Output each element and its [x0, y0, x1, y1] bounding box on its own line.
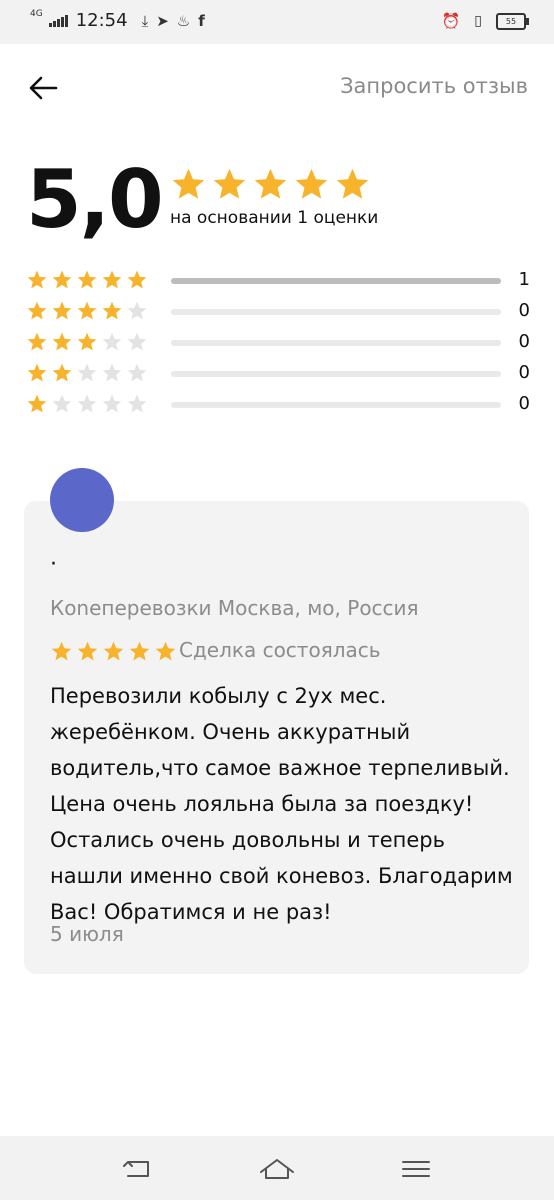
star-empty-icon	[127, 301, 147, 320]
star-filled-icon	[295, 168, 328, 199]
star-filled-icon	[27, 363, 47, 382]
star-empty-icon	[127, 394, 147, 413]
breakdown-count: 0	[518, 393, 530, 414]
breakdown-row-4: 0	[26, 300, 530, 326]
star-empty-icon	[77, 363, 97, 382]
breakdown-stars	[26, 393, 148, 415]
arrow-left-icon	[29, 76, 58, 100]
star-filled-icon	[172, 168, 205, 199]
breakdown-fill	[171, 278, 501, 284]
breakdown-bar	[171, 371, 501, 377]
star-filled-icon	[77, 332, 97, 351]
menu-nav-button[interactable]	[398, 1154, 434, 1184]
star-empty-icon	[127, 332, 147, 351]
network-type: 4G	[30, 9, 43, 19]
star-filled-icon	[155, 641, 176, 661]
avatar[interactable]	[50, 468, 114, 532]
star-filled-icon	[103, 641, 124, 661]
breakdown-row-1: 0	[26, 393, 530, 419]
star-empty-icon	[77, 394, 97, 413]
breakdown-bar	[171, 309, 501, 315]
review-text: Перевозили кобылу с 2ух мес. жеребёнком.…	[50, 684, 513, 924]
signal-icon	[48, 14, 68, 27]
status-bar: 4G 12:54 ⤓ ➤ ♨ f ⏰ ▯ 55	[0, 0, 554, 44]
back-nav-icon	[123, 1161, 149, 1177]
star-empty-icon	[127, 363, 147, 382]
star-filled-icon	[102, 270, 122, 289]
home-nav-icon	[260, 1159, 294, 1179]
star-filled-icon	[254, 168, 287, 199]
star-empty-icon	[52, 394, 72, 413]
download-icon: ⤓	[141, 11, 149, 30]
deal-status: Сделка состоялась	[179, 638, 381, 662]
star-filled-icon	[52, 270, 72, 289]
star-filled-icon	[77, 641, 98, 661]
star-empty-icon	[102, 363, 122, 382]
breakdown-bar	[171, 278, 501, 284]
star-filled-icon	[77, 270, 97, 289]
breakdown-stars	[26, 300, 148, 322]
breakdown-stars	[26, 269, 148, 291]
star-filled-icon	[27, 332, 47, 351]
star-filled-icon	[127, 270, 147, 289]
breakdown-bar	[171, 340, 501, 346]
breakdown-stars	[26, 331, 148, 353]
star-filled-icon	[77, 301, 97, 320]
breakdown-count: 1	[518, 269, 530, 290]
star-filled-icon	[51, 641, 72, 661]
star-empty-icon	[102, 332, 122, 351]
star-filled-icon	[52, 332, 72, 351]
rating-basis: на основании 1 оценки	[170, 208, 379, 228]
review-stars	[50, 640, 177, 663]
star-filled-icon	[27, 301, 47, 320]
fire-icon: ♨	[176, 11, 191, 30]
vibrate-icon: ▯	[474, 13, 482, 29]
breakdown-bar	[171, 402, 501, 408]
review-location: Коneперевозки Москва, мо, Россия	[50, 596, 419, 620]
telegram-icon: ➤	[156, 11, 169, 30]
review-author: ·	[50, 552, 57, 577]
alarm-icon: ⏰	[441, 12, 461, 30]
breakdown-stars	[26, 362, 148, 384]
star-filled-icon	[129, 641, 150, 661]
star-filled-icon	[213, 168, 246, 199]
menu-nav-icon	[402, 1161, 430, 1177]
breakdown-count: 0	[518, 300, 530, 321]
star-filled-icon	[336, 168, 369, 199]
star-filled-icon	[52, 363, 72, 382]
breakdown-row-2: 0	[26, 362, 530, 388]
home-nav-button[interactable]	[259, 1154, 295, 1184]
breakdown-row-5: 1	[26, 269, 530, 295]
summary-stars	[170, 166, 371, 203]
average-rating: 5,0	[26, 153, 164, 246]
star-filled-icon	[52, 301, 72, 320]
navigation-bar	[0, 1136, 554, 1200]
facebook-icon: f	[198, 11, 205, 30]
back-button[interactable]	[26, 70, 62, 106]
request-review-button[interactable]: Запросить отзыв	[340, 74, 528, 98]
breakdown-count: 0	[518, 331, 530, 352]
breakdown-row-3: 0	[26, 331, 530, 357]
breakdown-count: 0	[518, 362, 530, 383]
battery-icon: 55	[496, 12, 529, 30]
star-filled-icon	[27, 394, 47, 413]
star-filled-icon	[27, 270, 47, 289]
status-time: 12:54	[75, 10, 128, 31]
star-empty-icon	[102, 394, 122, 413]
back-nav-button[interactable]	[120, 1154, 156, 1184]
star-filled-icon	[102, 301, 122, 320]
review-date: 5 июля	[50, 922, 124, 946]
